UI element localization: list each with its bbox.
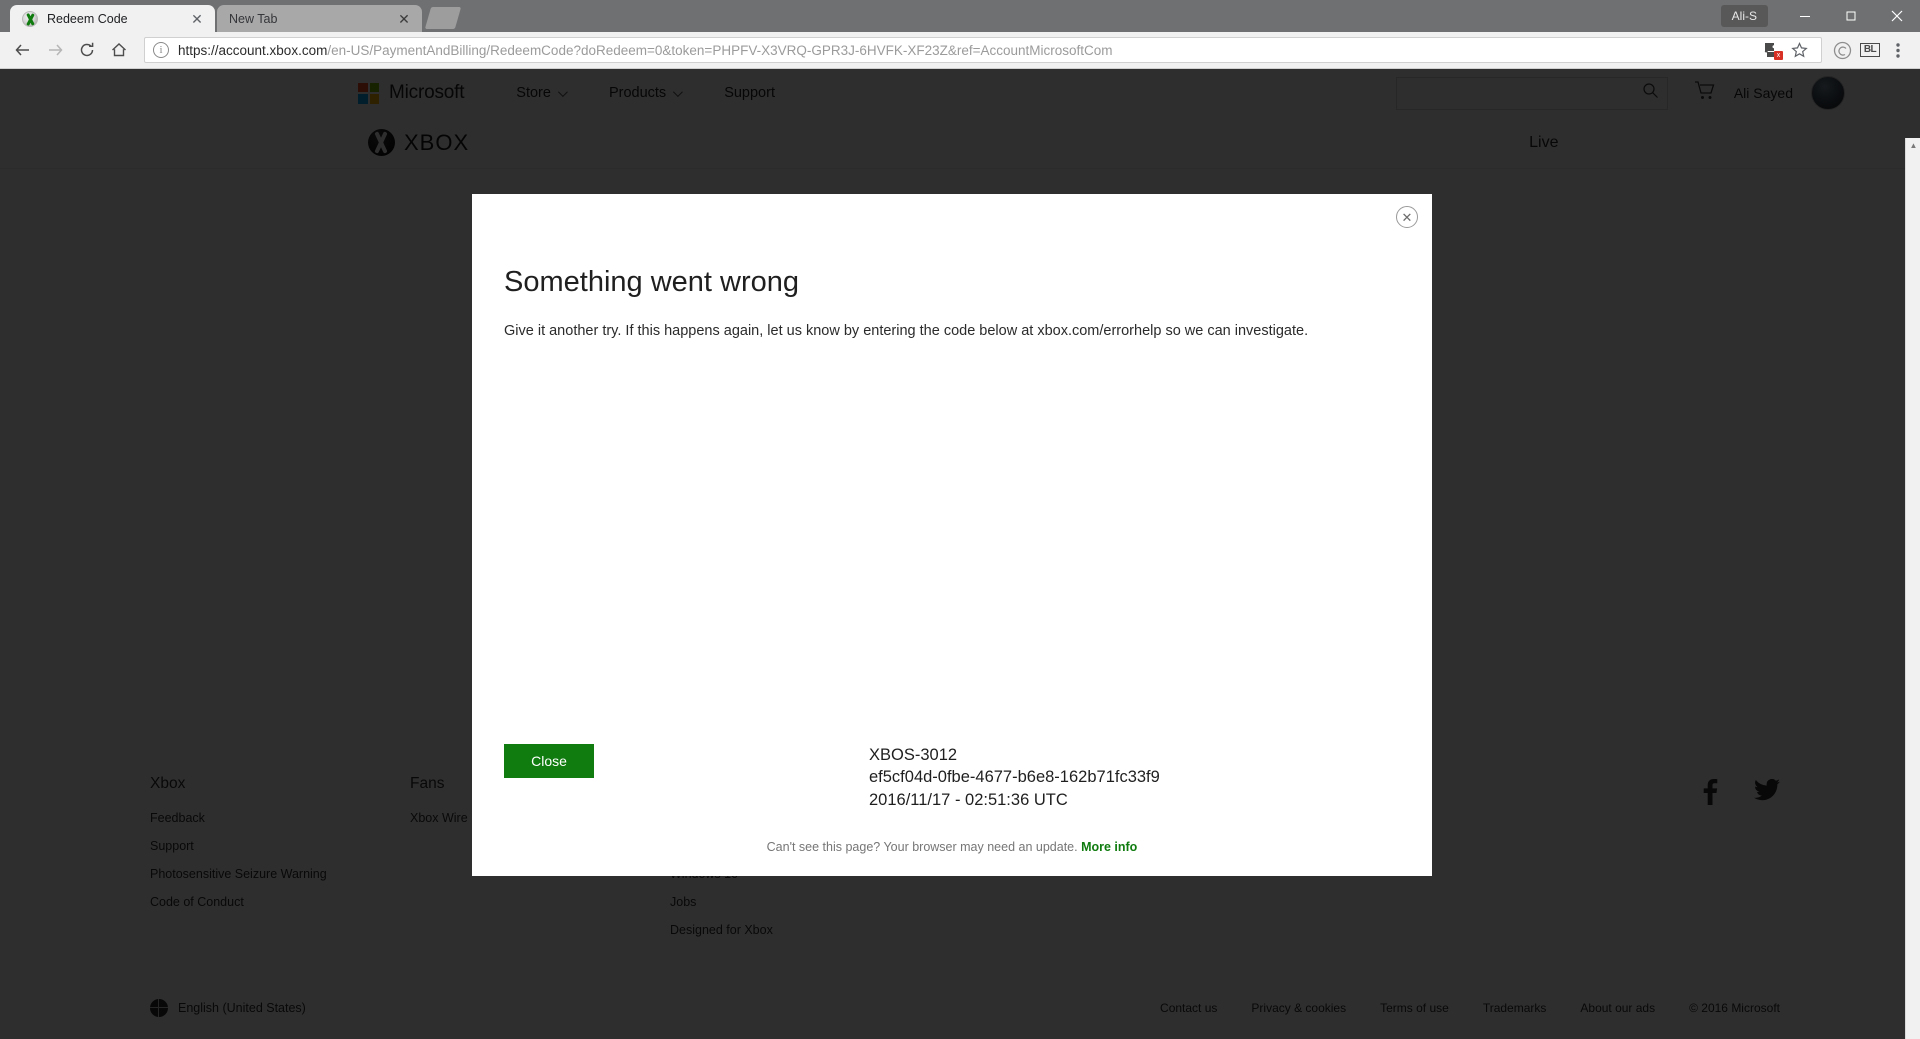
url-text: https://account.xbox.com/en-US/PaymentAn… bbox=[178, 43, 1757, 58]
url-host: https://account.xbox.com bbox=[178, 42, 328, 58]
new-tab-button[interactable] bbox=[424, 7, 462, 29]
browser-update-note: Can't see this page? Your browser may ne… bbox=[472, 812, 1432, 876]
xbox-favicon-icon bbox=[22, 10, 38, 27]
tab-strip: Redeem Code ✕ New Tab ✕ bbox=[0, 0, 462, 32]
extension-puzzle-icon[interactable]: x bbox=[1763, 41, 1783, 60]
home-icon[interactable] bbox=[104, 35, 134, 65]
bl-extension-icon[interactable]: BL bbox=[1856, 36, 1884, 64]
correlation-id: ef5cf04d-0fbe-4677-b6e8-162b71fc33f9 bbox=[869, 768, 1160, 787]
error-timestamp: 2016/11/17 - 02:51:36 UTC bbox=[869, 791, 1068, 810]
error-details: XBOS-3012 ef5cf04d-0fbe-4677-b6e8-162b71… bbox=[869, 744, 1160, 812]
close-window-button[interactable] bbox=[1874, 0, 1920, 32]
modal-subtitle: Give it another try. If this happens aga… bbox=[504, 323, 1309, 339]
reload-icon[interactable] bbox=[72, 35, 102, 65]
forward-arrow-icon[interactable] bbox=[40, 35, 70, 65]
modal-header: Something went wrong Give it another try… bbox=[472, 194, 1432, 342]
tab-redeem-code[interactable]: Redeem Code ✕ bbox=[10, 5, 215, 32]
window-controls: Ali-S bbox=[1720, 0, 1920, 32]
address-bar[interactable]: i https://account.xbox.com/en-US/Payment… bbox=[144, 37, 1822, 63]
modal-footer: Close XBOS-3012 ef5cf04d-0fbe-4677-b6e8-… bbox=[472, 743, 1432, 812]
tab-close-icon[interactable]: ✕ bbox=[396, 11, 412, 27]
tab-title: New Tab bbox=[229, 11, 278, 26]
three-dot-menu-icon[interactable] bbox=[1884, 36, 1912, 64]
site-info-icon[interactable]: i bbox=[153, 42, 169, 58]
browser-toolbar: i https://account.xbox.com/en-US/Payment… bbox=[0, 32, 1920, 69]
spiral-extension-icon[interactable] bbox=[1828, 36, 1856, 64]
browser-window: Redeem Code ✕ New Tab ✕ Ali-S i https://… bbox=[0, 0, 1920, 1039]
tab-new-tab[interactable]: New Tab ✕ bbox=[217, 5, 422, 32]
omnibox-icons: x bbox=[1763, 36, 1813, 64]
extension-badge: x bbox=[1774, 51, 1783, 60]
back-arrow-icon[interactable] bbox=[8, 35, 38, 65]
bookmark-star-icon[interactable] bbox=[1785, 36, 1813, 64]
minimize-button[interactable] bbox=[1782, 0, 1828, 32]
more-info-link[interactable]: More info bbox=[1081, 840, 1137, 854]
note-text: Can't see this page? Your browser may ne… bbox=[766, 840, 1078, 854]
page-viewport: Microsoft Store Products Support bbox=[0, 69, 1920, 1039]
page-scrollbar[interactable]: ▲ ▼ bbox=[1905, 138, 1920, 1039]
url-path: /en-US/PaymentAndBilling/RedeemCode?doRe… bbox=[327, 42, 1113, 58]
modal-title: Something went wrong bbox=[504, 266, 799, 298]
modal-spacer bbox=[472, 342, 1432, 744]
scroll-up-arrow-icon[interactable]: ▲ bbox=[1906, 138, 1920, 153]
error-code: XBOS-3012 bbox=[869, 745, 958, 764]
profile-chip[interactable]: Ali-S bbox=[1720, 5, 1768, 27]
maximize-button[interactable] bbox=[1828, 0, 1874, 32]
tab-close-icon[interactable]: ✕ bbox=[189, 11, 205, 27]
error-modal: ✕ Something went wrong Give it another t… bbox=[472, 194, 1432, 876]
close-circle-icon[interactable]: ✕ bbox=[1396, 206, 1418, 228]
tab-title: Redeem Code bbox=[47, 11, 128, 26]
close-button[interactable]: Close bbox=[504, 743, 594, 778]
browser-titlebar: Redeem Code ✕ New Tab ✕ Ali-S bbox=[0, 0, 1920, 32]
